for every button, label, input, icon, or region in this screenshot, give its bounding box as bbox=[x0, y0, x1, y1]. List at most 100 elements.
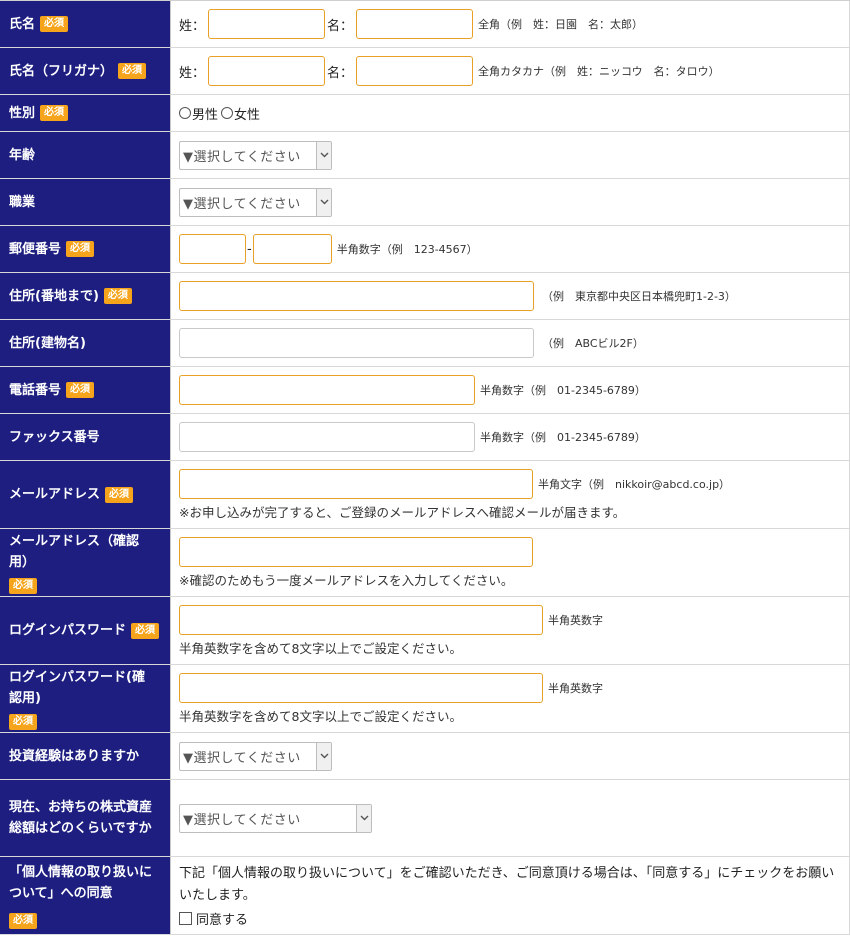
zip-hint: 半角数字（例 123-4567） bbox=[336, 243, 478, 256]
mei-kana-label: 名： bbox=[327, 65, 354, 81]
field-name: 姓： 名： 全角（例 姓：日園 名：太郎） bbox=[171, 1, 850, 47]
required-badge: 必須 bbox=[9, 713, 37, 730]
phone-hint: 半角数字（例 01-2345-6789） bbox=[480, 384, 646, 397]
required-badge: 必須 bbox=[105, 486, 134, 503]
required-badge: 必須 bbox=[66, 241, 95, 257]
female-radio[interactable] bbox=[221, 107, 234, 119]
first-name-kana-input[interactable] bbox=[356, 56, 474, 86]
required-badge: 必須 bbox=[40, 16, 69, 32]
field-password: 半角英数字 半角英数字を含めて8文字以上でご設定ください。 bbox=[171, 597, 850, 664]
privacy-text: 下記「個人情報の取り扱いについて」をご確認いただき、ご同意頂ける場合は、「同意す… bbox=[179, 866, 835, 903]
row-privacy: 「個人情報の取り扱いについて」への同意 必須 下記「個人情報の取り扱いについて」… bbox=[0, 857, 850, 935]
address-input[interactable] bbox=[179, 281, 534, 311]
field-email: 半角文字（例 nikkoir@abcd.co.jp） ※お申し込みが完了すると、… bbox=[171, 461, 850, 528]
row-age: 年齢 ▼選択してください bbox=[0, 132, 850, 179]
row-password-confirm: ログインパスワード(確認用) 必須 半角英数字 半角英数字を含めて8文字以上でご… bbox=[0, 665, 850, 733]
row-password: ログインパスワード 必須 半角英数字 半角英数字を含めて8文字以上でご設定くださ… bbox=[0, 597, 850, 665]
field-email-confirm: ※確認のためもう一度メールアドレスを入力してください。 bbox=[171, 529, 850, 596]
zip-first-input[interactable] bbox=[179, 234, 246, 264]
field-gender: 男性 女性 bbox=[171, 95, 850, 131]
experience-select[interactable]: ▼選択してください bbox=[179, 741, 332, 771]
row-job: 職業 ▼選択してください bbox=[0, 179, 850, 226]
building-input[interactable] bbox=[179, 328, 534, 358]
phone-input[interactable] bbox=[179, 375, 475, 405]
email-confirm-input[interactable] bbox=[179, 536, 533, 567]
required-badge: 必須 bbox=[103, 288, 132, 304]
row-address1: 住所(番地まで) 必須 （例 東京都中央区日本橋兜町1-2-3） bbox=[0, 273, 850, 320]
fax-hint: 半角数字（例 01-2345-6789） bbox=[480, 431, 646, 444]
row-email: メールアドレス 必須 半角文字（例 nikkoir@abcd.co.jp） ※お… bbox=[0, 461, 850, 529]
chevron-down-icon bbox=[316, 188, 331, 216]
field-privacy: 下記「個人情報の取り扱いについて」をご確認いただき、ご同意頂ける場合は、「同意す… bbox=[171, 857, 850, 934]
last-name-input[interactable] bbox=[208, 9, 326, 39]
fax-input[interactable] bbox=[179, 422, 475, 452]
label-address2: 住所(建物名) bbox=[0, 320, 171, 366]
required-badge: 必須 bbox=[9, 577, 37, 594]
required-badge: 必須 bbox=[131, 622, 160, 639]
label-address1: 住所(番地まで) 必須 bbox=[0, 273, 171, 319]
agree-label[interactable]: 同意する bbox=[196, 909, 248, 928]
label-email: メールアドレス 必須 bbox=[0, 461, 171, 528]
male-radio[interactable] bbox=[179, 107, 191, 119]
last-name-kana-input[interactable] bbox=[208, 56, 326, 86]
row-kana: 氏名（フリガナ） 必須 姓： 名： 全角カタカナ（例 姓：ニッコウ 名：タロウ） bbox=[0, 48, 850, 95]
mei-label: 名： bbox=[327, 18, 354, 34]
label-password: ログインパスワード 必須 bbox=[0, 597, 171, 664]
address2-hint: （例 ABCビル2F） bbox=[542, 337, 644, 350]
password-confirm-input[interactable] bbox=[179, 672, 543, 703]
address1-hint: （例 東京都中央区日本橋兜町1-2-3） bbox=[542, 290, 736, 303]
field-assets: ▼選択してください bbox=[171, 780, 850, 856]
label-name: 氏名 必須 bbox=[0, 1, 171, 47]
password-note: 半角英数字を含めて8文字以上でご設定ください。 bbox=[179, 640, 462, 656]
row-fax: ファックス番号 半角数字（例 01-2345-6789） bbox=[0, 414, 850, 461]
label-email-confirm: メールアドレス（確認用） 必須 bbox=[0, 529, 171, 596]
field-phone: 半角数字（例 01-2345-6789） bbox=[171, 367, 850, 413]
assets-select[interactable]: ▼選択してください bbox=[179, 803, 372, 833]
label-age: 年齢 bbox=[0, 132, 171, 178]
row-email-confirm: メールアドレス（確認用） 必須 ※確認のためもう一度メールアドレスを入力してくだ… bbox=[0, 529, 850, 597]
label-gender: 性別 必須 bbox=[0, 95, 171, 131]
age-select[interactable]: ▼選択してください bbox=[179, 140, 332, 170]
agree-checkbox[interactable] bbox=[179, 912, 192, 925]
email-note: ※お申し込みが完了すると、ご登録のメールアドレスへ確認メールが届きます。 bbox=[179, 504, 626, 520]
male-label[interactable]: 男性 bbox=[192, 104, 218, 123]
field-kana: 姓： 名： 全角カタカナ（例 姓：ニッコウ 名：タロウ） bbox=[171, 48, 850, 94]
required-badge: 必須 bbox=[118, 63, 147, 79]
required-badge: 必須 bbox=[66, 382, 95, 398]
sei-label: 姓： bbox=[179, 18, 206, 34]
label-zip: 郵便番号 必須 bbox=[0, 226, 171, 272]
label-privacy: 「個人情報の取り扱いについて」への同意 必須 bbox=[0, 857, 171, 934]
zip-dash: - bbox=[247, 241, 252, 257]
row-experience: 投資経験はありますか ▼選択してください bbox=[0, 733, 850, 780]
field-age: ▼選択してください bbox=[171, 132, 850, 178]
email-confirm-note: ※確認のためもう一度メールアドレスを入力してください。 bbox=[179, 572, 514, 588]
job-select[interactable]: ▼選択してください bbox=[179, 187, 332, 217]
field-fax: 半角数字（例 01-2345-6789） bbox=[171, 414, 850, 460]
label-job: 職業 bbox=[0, 179, 171, 225]
label-assets: 現在、お持ちの株式資産総額はどのくらいですか bbox=[0, 780, 171, 856]
password-input[interactable] bbox=[179, 604, 543, 635]
password-confirm-note: 半角英数字を含めて8文字以上でご設定ください。 bbox=[179, 708, 462, 724]
field-experience: ▼選択してください bbox=[171, 733, 850, 779]
kana-hint: 全角カタカナ（例 姓：ニッコウ 名：タロウ） bbox=[478, 65, 720, 78]
sei-kana-label: 姓： bbox=[179, 65, 206, 81]
zip-second-input[interactable] bbox=[252, 234, 332, 264]
female-label[interactable]: 女性 bbox=[234, 104, 260, 123]
field-password-confirm: 半角英数字 半角英数字を含めて8文字以上でご設定ください。 bbox=[171, 665, 850, 732]
required-badge: 必須 bbox=[40, 105, 69, 121]
row-address2: 住所(建物名) （例 ABCビル2F） bbox=[0, 320, 850, 367]
label-fax: ファックス番号 bbox=[0, 414, 171, 460]
field-job: ▼選択してください bbox=[171, 179, 850, 225]
chevron-down-icon bbox=[316, 742, 331, 770]
field-address1: （例 東京都中央区日本橋兜町1-2-3） bbox=[171, 273, 850, 319]
label-experience: 投資経験はありますか bbox=[0, 733, 171, 779]
row-name: 氏名 必須 姓： 名： 全角（例 姓：日園 名：太郎） bbox=[0, 1, 850, 48]
field-zip: - 半角数字（例 123-4567） bbox=[171, 226, 850, 272]
row-phone: 電話番号 必須 半角数字（例 01-2345-6789） bbox=[0, 367, 850, 414]
email-input[interactable] bbox=[179, 468, 533, 499]
label-kana: 氏名（フリガナ） 必須 bbox=[0, 48, 171, 94]
first-name-input[interactable] bbox=[356, 9, 474, 39]
label-password-confirm: ログインパスワード(確認用) 必須 bbox=[0, 665, 171, 732]
field-address2: （例 ABCビル2F） bbox=[171, 320, 850, 366]
row-gender: 性別 必須 男性 女性 bbox=[0, 95, 850, 132]
